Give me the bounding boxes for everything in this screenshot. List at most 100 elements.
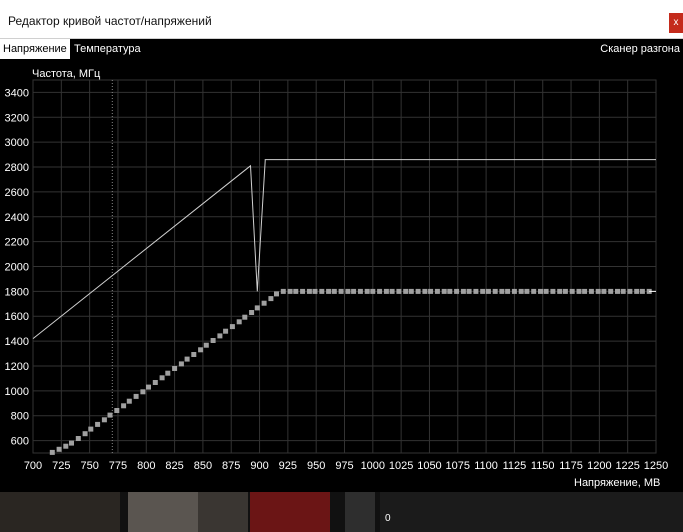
y-tick-label: 3200 (5, 112, 29, 124)
curve-point (261, 300, 267, 306)
curve-point (389, 288, 395, 294)
y-tick-label: 2400 (5, 212, 29, 224)
curve-point (582, 288, 588, 294)
x-tick-label: 725 (52, 460, 70, 472)
frequency-voltage-chart[interactable]: 600 800 1000 1200 1400 1600 1800 2000 2200 2400 26… (0, 0, 683, 492)
curve-point (377, 288, 383, 294)
x-tick-label: 775 (109, 460, 127, 472)
x-tick-label: 1250 (644, 460, 668, 472)
x-tick-label: 1200 (587, 460, 611, 472)
curve-point (396, 288, 402, 294)
curve-point (454, 288, 460, 294)
y-tick-label: 600 (11, 436, 29, 448)
x-tick-label: 800 (137, 460, 155, 472)
y-tick-label: 2800 (5, 162, 29, 174)
curve-point (543, 288, 549, 294)
y-tick-label: 3400 (5, 87, 29, 99)
curve-point (608, 288, 614, 294)
x-tick-label: 1125 (503, 460, 527, 472)
curve-point (312, 288, 318, 294)
curve-point (441, 288, 447, 294)
curve-point (576, 288, 582, 294)
y-tick-label: 2200 (5, 237, 29, 249)
curve-point (95, 421, 101, 427)
curve-point (557, 288, 563, 294)
curve-point (569, 288, 575, 294)
curve-point (107, 412, 113, 418)
curve-point (306, 288, 312, 294)
curve-point (505, 288, 511, 294)
curve-point (466, 288, 472, 294)
x-tick-label: 1150 (531, 460, 555, 472)
curve-point (485, 288, 491, 294)
x-tick-label: 1000 (361, 460, 385, 472)
background-desktop (0, 492, 683, 532)
x-tick-label: 875 (222, 460, 240, 472)
curve-point (274, 291, 279, 297)
y-tick-label: 3000 (5, 137, 29, 149)
curve-point (121, 403, 127, 409)
x-tick-label: 850 (194, 460, 212, 472)
curve-point (588, 288, 594, 294)
curve-point (254, 305, 260, 311)
curve-point (198, 347, 204, 353)
curve-point (550, 288, 556, 294)
curve-point (499, 288, 505, 294)
curve-point (229, 324, 235, 330)
y-tick-label: 800 (11, 411, 29, 423)
curve-point (615, 288, 620, 294)
curve-point (351, 288, 357, 294)
curve-point (268, 296, 274, 302)
curve-point (447, 288, 453, 294)
curve-point (287, 288, 293, 294)
y-tick-label: 1200 (5, 361, 29, 373)
y-tick-label: 1000 (5, 386, 29, 398)
x-tick-label: 825 (165, 460, 183, 472)
curve-point (408, 288, 414, 294)
y-tick-label: 1800 (5, 286, 29, 298)
curve-point (601, 288, 607, 294)
curve-point (280, 288, 286, 294)
curve-point (319, 288, 325, 294)
curve-point (82, 431, 88, 437)
curve-point (492, 288, 498, 294)
x-tick-label: 1175 (559, 460, 583, 472)
curve-point (434, 288, 440, 294)
curve-point (511, 288, 517, 294)
curve-point (203, 342, 209, 348)
x-tick-label: 700 (24, 460, 42, 472)
curve-point (191, 352, 197, 357)
curve-point (331, 288, 337, 294)
x-tick-label: 1025 (389, 460, 413, 472)
curve-point (49, 449, 55, 455)
curve-point (300, 288, 306, 294)
curve-point (518, 288, 524, 294)
curve-point (383, 288, 389, 294)
curve-point (480, 288, 486, 294)
curve-point (140, 389, 146, 395)
curve-point (242, 314, 248, 320)
curve-point (403, 288, 409, 294)
curve-point (326, 288, 332, 294)
curve-point (620, 288, 626, 294)
curve-point (524, 288, 530, 294)
curve-point (69, 440, 74, 446)
x-tick-label: 975 (335, 460, 353, 472)
curve-point (63, 443, 69, 449)
y-tick-label: 1600 (5, 311, 29, 323)
curve-point (101, 417, 107, 423)
curve-point (146, 384, 151, 390)
curve-point (223, 328, 229, 334)
y-tick-label: 1400 (5, 336, 29, 348)
curve-point (75, 436, 81, 441)
curve-point (345, 288, 351, 294)
curve-point (159, 375, 165, 381)
curve-point (217, 333, 223, 339)
curve-point (562, 288, 568, 294)
curve-point (114, 408, 120, 413)
curve-point (422, 288, 428, 294)
curve-point (184, 356, 190, 362)
curve-point (460, 288, 466, 294)
curve-point (338, 288, 344, 294)
curve-point (126, 398, 132, 404)
